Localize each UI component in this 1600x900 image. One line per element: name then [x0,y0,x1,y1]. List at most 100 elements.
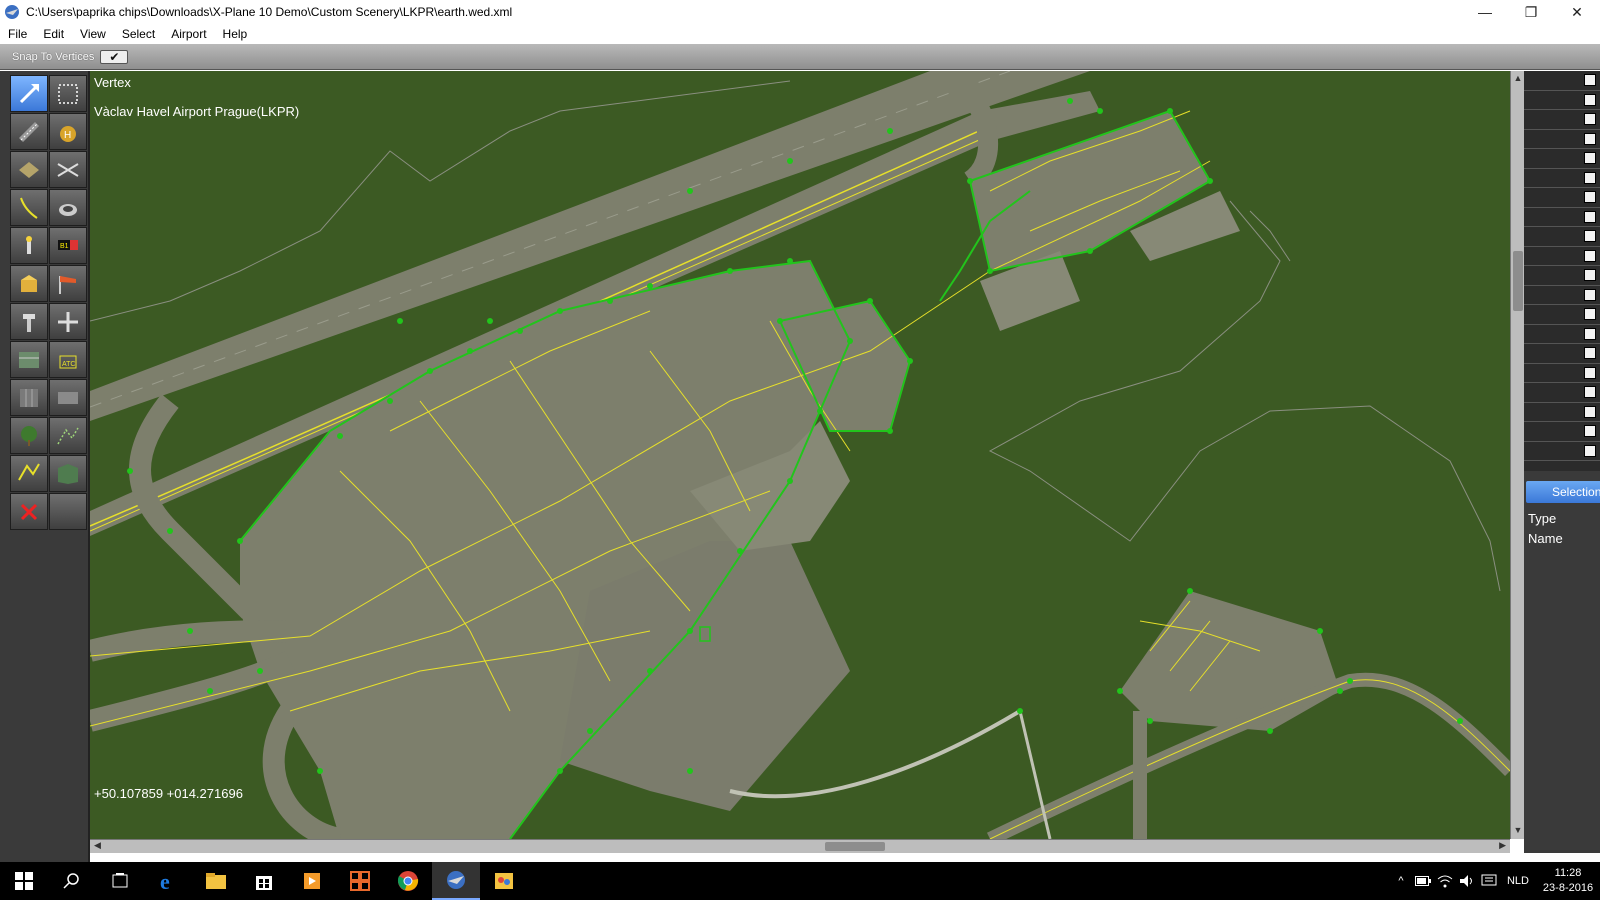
search-button[interactable] [48,862,96,900]
wifi-icon[interactable] [1434,862,1456,900]
tool-button-marquee-tool[interactable] [49,75,87,112]
hierarchy-row[interactable] [1524,422,1600,442]
visibility-checkbox[interactable] [1584,210,1596,223]
selection-tab[interactable]: Selection [1526,481,1600,503]
hierarchy-list[interactable] [1524,71,1600,471]
map-viewport[interactable]: Vertex Vàclav Havel Airport Prague(LKPR)… [90,71,1510,839]
visibility-checkbox[interactable] [1584,425,1596,438]
tray-expand-icon[interactable]: ^ [1390,862,1412,900]
scroll-up-arrow-icon[interactable]: ▲ [1513,73,1523,85]
restore-button[interactable]: ❐ [1508,0,1554,24]
scroll-right-arrow-icon[interactable]: ▶ [1499,840,1506,851]
start-button[interactable] [0,862,48,900]
menu-airport[interactable]: Airport [163,24,214,44]
input-language[interactable]: NLD [1500,875,1536,887]
visibility-checkbox[interactable] [1584,405,1596,418]
hierarchy-row[interactable] [1524,71,1600,91]
tool-button-light-tool[interactable] [10,227,48,264]
visibility-checkbox[interactable] [1584,132,1596,145]
hierarchy-row[interactable] [1524,91,1600,110]
vertical-scroll-thumb[interactable] [1513,251,1523,311]
hierarchy-row[interactable] [1524,266,1600,286]
task-view-button[interactable] [96,862,144,900]
paint-button[interactable] [480,862,528,900]
hierarchy-row[interactable] [1524,325,1600,344]
menu-file[interactable]: File [0,24,35,44]
notification-icon[interactable] [1478,862,1500,900]
hierarchy-row[interactable] [1524,383,1600,403]
tool-button-tower-viewpoint-tool[interactable] [10,303,48,340]
tool-button-string-tool[interactable] [49,379,87,416]
map-vertical-scrollbar[interactable]: ▲ ▼ [1510,71,1524,839]
tool-button-vertex-tool[interactable] [10,75,48,112]
tool-button-empty-tool[interactable] [49,493,87,530]
visibility-checkbox[interactable] [1584,230,1596,243]
hierarchy-row[interactable] [1524,305,1600,325]
tool-button-line-tool[interactable] [49,417,87,454]
tool-button-object-tool[interactable] [10,265,48,302]
system-clock[interactable]: 11:28 23-8-2016 [1536,866,1600,896]
tool-button-hole-tool[interactable] [49,189,87,226]
tool-button-runway-tool[interactable] [10,113,48,150]
visibility-checkbox[interactable] [1584,93,1596,106]
visibility-checkbox[interactable] [1584,288,1596,301]
edge-button[interactable]: e [144,862,192,900]
battery-icon[interactable] [1412,862,1434,900]
tool-button-delete-tool[interactable] [10,493,48,530]
hierarchy-row[interactable] [1524,247,1600,266]
visibility-checkbox[interactable] [1584,191,1596,204]
tool-button-facade-tool[interactable] [10,341,48,378]
hierarchy-row[interactable] [1524,188,1600,208]
visibility-checkbox[interactable] [1584,269,1596,282]
horizontal-scroll-thumb[interactable] [825,842,885,851]
visibility-checkbox[interactable] [1584,347,1596,360]
tool-button-forest-tool[interactable] [10,379,48,416]
tool-button-boundary-tool[interactable] [49,151,87,188]
hierarchy-row[interactable] [1524,130,1600,149]
tool-button-ramp-start-tool[interactable] [49,303,87,340]
tool-button-polygon-path-tool[interactable] [10,455,48,492]
menu-view[interactable]: View [72,24,114,44]
menu-edit[interactable]: Edit [35,24,72,44]
tool-button-tree-tool[interactable] [10,417,48,454]
visibility-checkbox[interactable] [1584,386,1596,399]
menu-help[interactable]: Help [215,24,256,44]
tool-button-helipad-tool[interactable]: H [49,113,87,150]
hierarchy-row[interactable] [1524,169,1600,188]
visibility-checkbox[interactable] [1584,171,1596,184]
hierarchy-row[interactable] [1524,110,1600,130]
tool-button-windsock-tool[interactable] [49,265,87,302]
hierarchy-row[interactable] [1524,149,1600,169]
visibility-checkbox[interactable] [1584,113,1596,126]
tool-button-taxi-line-tool[interactable] [10,189,48,226]
minimize-button[interactable]: — [1462,0,1508,24]
visibility-checkbox[interactable] [1584,366,1596,379]
hierarchy-row[interactable] [1524,227,1600,247]
volume-icon[interactable] [1456,862,1478,900]
visibility-checkbox[interactable] [1584,74,1596,87]
chrome-button[interactable] [384,862,432,900]
tool-button-draped-polygon-tool[interactable] [49,455,87,492]
hierarchy-row[interactable] [1524,403,1600,422]
visibility-checkbox[interactable] [1584,444,1596,457]
hierarchy-row[interactable] [1524,286,1600,305]
visibility-checkbox[interactable] [1584,327,1596,340]
wed-app-button[interactable] [432,862,480,900]
close-button[interactable]: ✕ [1554,0,1600,24]
app-grid-button[interactable] [336,862,384,900]
scroll-left-arrow-icon[interactable]: ◀ [94,840,101,851]
tool-button-atc-flow-tool[interactable]: ATC [49,341,87,378]
file-explorer-button[interactable] [192,862,240,900]
media-player-button[interactable] [288,862,336,900]
hierarchy-row[interactable] [1524,344,1600,364]
visibility-checkbox[interactable] [1584,308,1596,321]
menu-select[interactable]: Select [114,24,163,44]
map-horizontal-scrollbar[interactable]: ◀ ▶ [90,839,1510,853]
visibility-checkbox[interactable] [1584,249,1596,262]
visibility-checkbox[interactable] [1584,152,1596,165]
tool-button-taxiway-tool[interactable] [10,151,48,188]
store-button[interactable] [240,862,288,900]
hierarchy-row[interactable] [1524,442,1600,461]
tool-button-sign-tool[interactable]: B1 [49,227,87,264]
scroll-down-arrow-icon[interactable]: ▼ [1513,825,1523,837]
